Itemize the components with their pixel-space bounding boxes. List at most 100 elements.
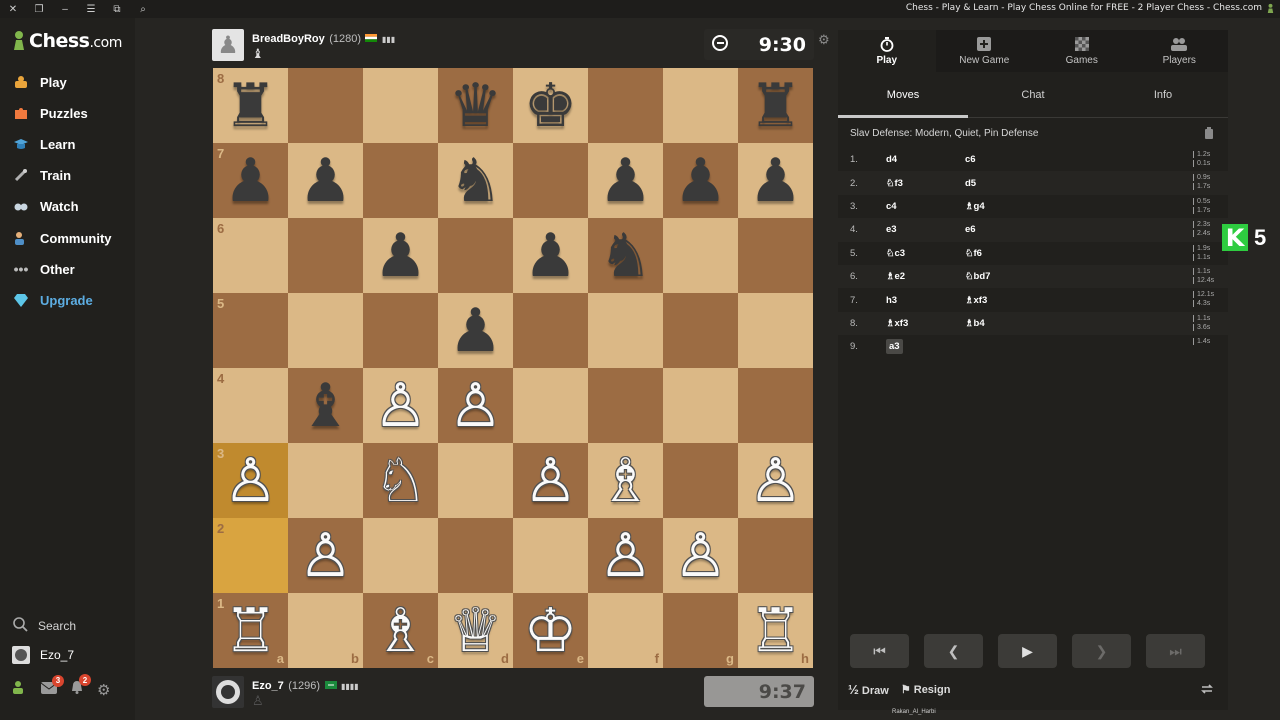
square-h4[interactable] [738,368,813,443]
black-piece[interactable]: ♟ [224,151,278,211]
white-piece[interactable]: ♔ [524,601,578,661]
square-f1[interactable]: f [588,593,663,668]
sidebar-item-upgrade[interactable]: Upgrade [12,288,93,312]
square-b2[interactable]: ♙ [288,518,363,593]
square-b8[interactable] [288,68,363,143]
square-e7[interactable] [513,143,588,218]
black-piece[interactable]: ♟ [674,151,728,211]
square-h5[interactable] [738,293,813,368]
player-name[interactable]: Ezo_7 [252,680,284,692]
white-piece[interactable]: ♖ [224,601,278,661]
tab-games[interactable]: Games [1033,30,1131,72]
square-e1[interactable]: e ♔ [513,593,588,668]
black-piece[interactable]: ♜ [224,76,278,136]
black-piece[interactable]: ♟ [449,301,503,361]
square-h7[interactable]: ♟ [738,143,813,218]
square-d3[interactable] [438,443,513,518]
square-a4[interactable]: 4 [213,368,288,443]
white-piece[interactable]: ♗ [599,451,653,511]
black-piece[interactable]: ♟ [749,151,803,211]
square-b3[interactable] [288,443,363,518]
square-g5[interactable] [663,293,738,368]
minimize-icon[interactable]: – [52,0,78,18]
play-moves-button[interactable]: ▶ [998,634,1057,668]
chess-board[interactable]: 8 ♜ ♛ ♚ ♜ 7 ♟ ♟ ♞ ♟ ♟ ♟ 6 ♟ ♟ ♞ 5 ♟ 4 ♝ ♙ ♙ 3 ♙ ♘ ♙ ♗ ♙ 2 ♙ ♙ ♙ 1 a ♖ b c ♗ d ♕… [213,68,813,668]
square-e3[interactable]: ♙ [513,443,588,518]
square-a6[interactable]: 6 [213,218,288,293]
square-d6[interactable] [438,218,513,293]
white-move[interactable]: c4 [886,201,897,212]
square-b6[interactable] [288,218,363,293]
square-g6[interactable] [663,218,738,293]
sidebar-search[interactable]: Search [12,616,76,635]
notifications-icon[interactable]: 2 [70,674,91,699]
square-d4[interactable]: ♙ [438,368,513,443]
sidebar-item-learn[interactable]: Learn [12,132,75,156]
tab-new-game[interactable]: New Game [936,30,1034,72]
square-c5[interactable] [363,293,438,368]
black-move[interactable]: ♘bd7 [965,271,990,282]
square-h3[interactable]: ♙ [738,443,813,518]
black-piece[interactable]: ♚ [524,76,578,136]
previous-move-button[interactable]: ❮ [924,634,983,668]
white-piece[interactable]: ♙ [449,376,503,436]
square-h6[interactable] [738,218,813,293]
white-piece[interactable]: ♖ [749,601,803,661]
square-e6[interactable]: ♟ [513,218,588,293]
square-d5[interactable]: ♟ [438,293,513,368]
white-move[interactable]: ♗xf3 [886,318,908,329]
next-move-button[interactable]: ❯ [1072,634,1131,668]
tab-play[interactable]: Play [838,30,936,72]
black-move[interactable]: ♗b4 [965,318,985,329]
tab-players[interactable]: Players [1131,30,1229,72]
zoom-icon[interactable]: ⌕ [130,0,156,18]
black-move[interactable]: e6 [965,224,976,235]
black-piece[interactable]: ♞ [599,226,653,286]
square-c2[interactable] [363,518,438,593]
black-move[interactable]: c6 [965,154,976,165]
square-g7[interactable]: ♟ [663,143,738,218]
square-f6[interactable]: ♞ [588,218,663,293]
square-g4[interactable] [663,368,738,443]
square-g1[interactable]: g [663,593,738,668]
extensions-icon[interactable]: ⧉ [104,0,130,18]
white-piece[interactable]: ♘ [374,451,428,511]
white-move[interactable]: e3 [886,224,897,235]
square-f4[interactable] [588,368,663,443]
white-piece[interactable]: ♙ [224,451,278,511]
sidebar-user[interactable]: Ezo_7 [12,646,74,664]
white-move[interactable]: a3 [886,339,903,355]
black-move[interactable]: ♗g4 [965,201,985,212]
square-c4[interactable]: ♙ [363,368,438,443]
square-g8[interactable] [663,68,738,143]
sidebar-item-community[interactable]: Community [12,226,112,250]
square-a2[interactable]: 2 [213,518,288,593]
white-piece[interactable]: ♕ [449,601,503,661]
black-piece[interactable]: ♜ [749,76,803,136]
square-c1[interactable]: c ♗ [363,593,438,668]
square-a1[interactable]: 1 a ♖ [213,593,288,668]
square-c6[interactable]: ♟ [363,218,438,293]
square-a8[interactable]: 8 ♜ [213,68,288,143]
white-piece[interactable]: ♙ [749,451,803,511]
draw-button[interactable]: ½ Draw [848,682,889,697]
friends-icon[interactable] [12,680,28,699]
square-g3[interactable] [663,443,738,518]
black-piece[interactable]: ♛ [449,76,503,136]
black-piece[interactable]: ♞ [449,151,503,211]
white-move[interactable]: ♗e2 [886,271,905,282]
square-c8[interactable] [363,68,438,143]
square-h1[interactable]: h ♖ [738,593,813,668]
first-move-button[interactable]: ⏮ [850,634,909,668]
square-f5[interactable] [588,293,663,368]
white-piece[interactable]: ♙ [374,376,428,436]
close-icon[interactable]: ✕ [0,0,26,18]
square-e2[interactable] [513,518,588,593]
square-g2[interactable]: ♙ [663,518,738,593]
square-h2[interactable] [738,518,813,593]
black-piece[interactable]: ♟ [299,151,353,211]
square-f3[interactable]: ♗ [588,443,663,518]
square-a3[interactable]: 3 ♙ [213,443,288,518]
square-d8[interactable]: ♛ [438,68,513,143]
last-move-button[interactable]: ⏭ [1146,634,1205,668]
